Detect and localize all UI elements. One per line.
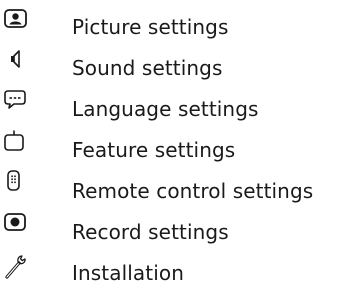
menu-item-label: Remote control settings bbox=[72, 179, 314, 203]
record-icon bbox=[2, 211, 32, 241]
menu-item-label: Language settings bbox=[72, 97, 259, 121]
menu-item-picture-settings[interactable]: Picture settings bbox=[0, 2, 338, 43]
menu-item-language-settings[interactable]: Language settings bbox=[0, 84, 338, 125]
remote-control-icon bbox=[2, 170, 32, 200]
menu-item-remote-control-settings[interactable]: Remote control settings bbox=[0, 166, 338, 207]
menu-item-label: Installation bbox=[72, 261, 184, 285]
menu-item-record-settings[interactable]: Record settings bbox=[0, 207, 338, 248]
menu-item-label: Picture settings bbox=[72, 15, 229, 39]
menu-item-label: Sound settings bbox=[72, 56, 223, 80]
speech-bubble-icon bbox=[2, 88, 32, 118]
settings-menu: Picture settings Sound settings Language… bbox=[0, 2, 338, 289]
picture-settings-icon bbox=[2, 6, 32, 36]
speaker-icon bbox=[2, 47, 32, 77]
wrench-icon bbox=[2, 252, 32, 282]
menu-item-feature-settings[interactable]: Feature settings bbox=[0, 125, 338, 166]
menu-item-label: Feature settings bbox=[72, 138, 236, 162]
menu-item-sound-settings[interactable]: Sound settings bbox=[0, 43, 338, 84]
feature-box-icon bbox=[2, 129, 32, 159]
menu-item-label: Record settings bbox=[72, 220, 229, 244]
menu-item-installation[interactable]: Installation bbox=[0, 248, 338, 289]
